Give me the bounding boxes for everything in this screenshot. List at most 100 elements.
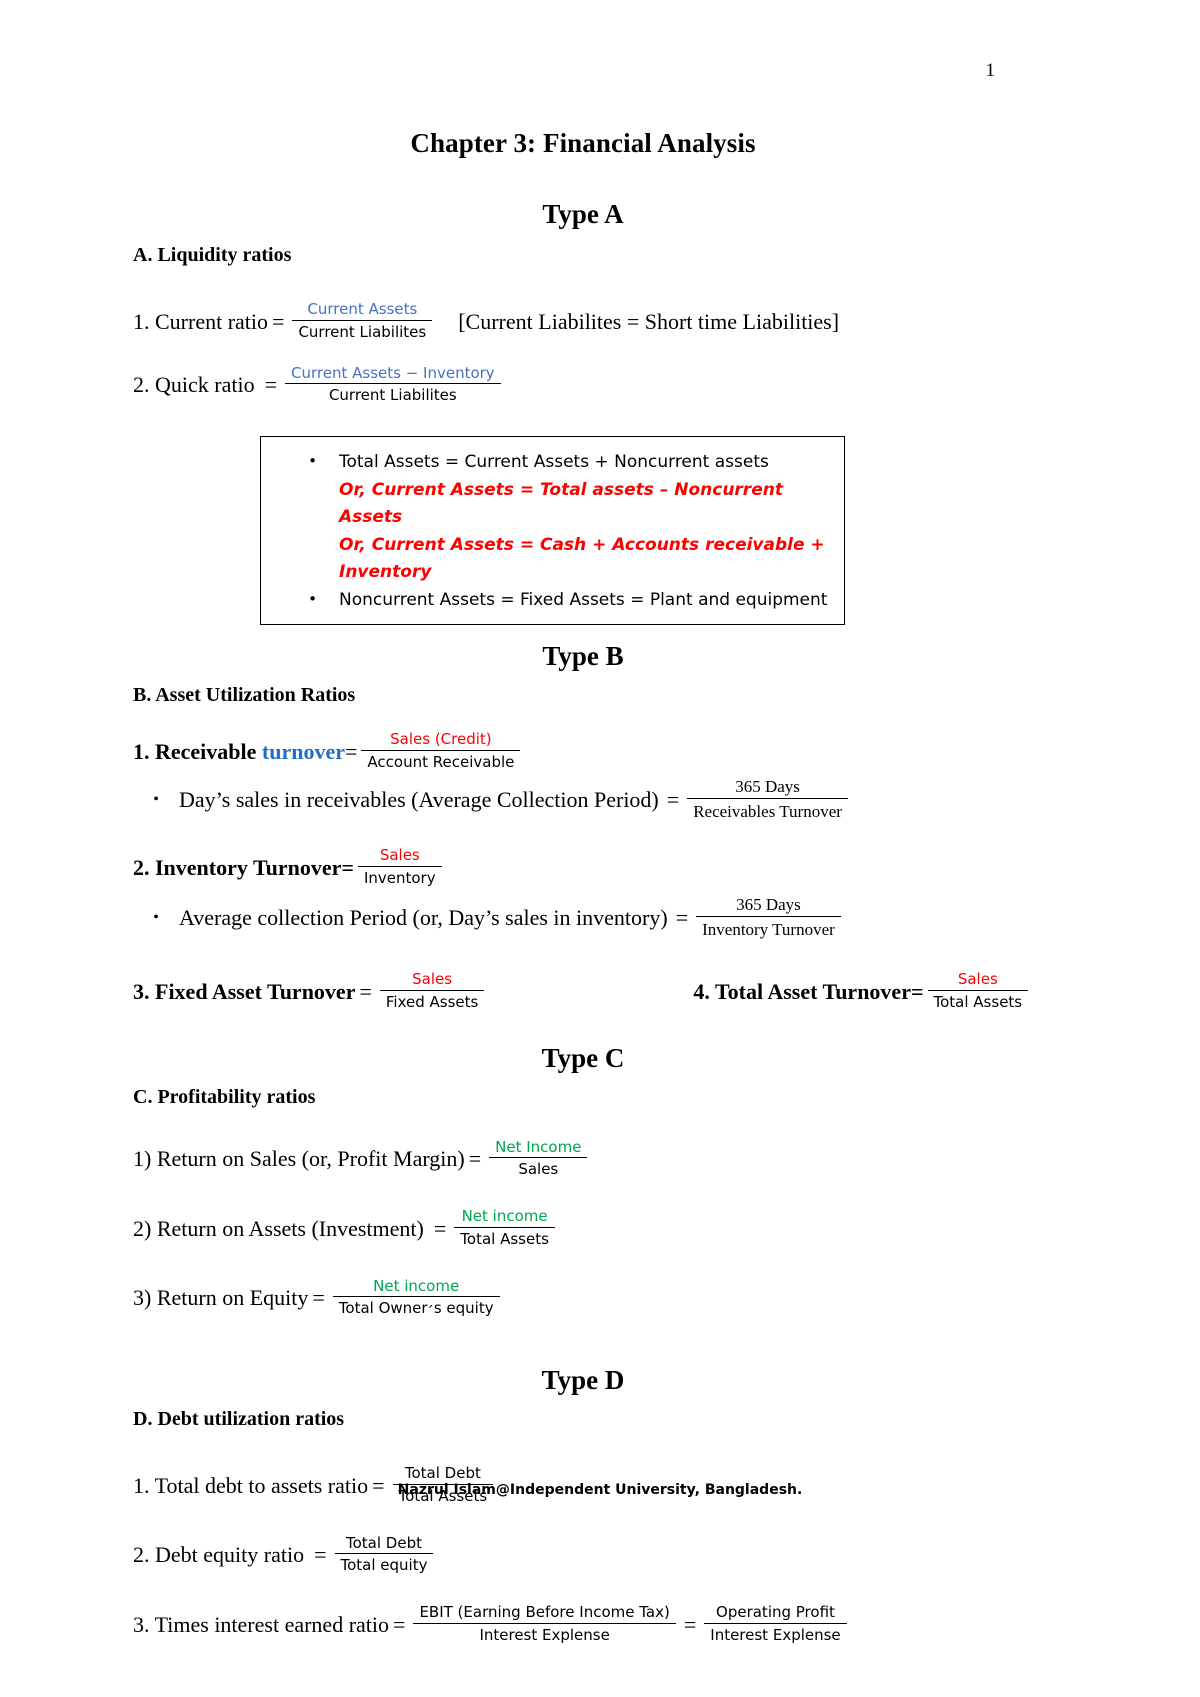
subsection-heading-liquidity: A. Liquidity ratios bbox=[133, 244, 292, 266]
formula-return-on-assets: 2) Return on Assets (Investment) = Net i… bbox=[133, 1207, 1033, 1250]
equals-sign: = bbox=[433, 1215, 447, 1241]
subsection-heading-debt-utilization: D. Debt utilization ratios bbox=[133, 1408, 345, 1431]
document-body: Chapter 3: Financial Analysis Type A A. … bbox=[133, 128, 1033, 1646]
fraction-numerator: Net income bbox=[373, 1276, 460, 1295]
fraction-numerator: 365 Days bbox=[735, 776, 800, 796]
subsection-heading-asset-utilization: B. Asset Utilization Ratios bbox=[133, 684, 356, 707]
equals-sign: = bbox=[264, 372, 278, 398]
fraction-numerator: Current Assets − Inventory bbox=[291, 363, 495, 382]
formula-label-highlight: turnover bbox=[261, 738, 345, 764]
fraction-denominator: Fixed Assets bbox=[379, 989, 485, 1012]
fraction-numerator: Net income bbox=[461, 1207, 548, 1226]
bullet-icon: • bbox=[308, 589, 317, 608]
section-heading-type-b: Type B bbox=[542, 641, 624, 672]
page-title: Chapter 3: Financial Analysis bbox=[410, 128, 756, 158]
formula-label: Average collection Period (or, Day’s sal… bbox=[179, 904, 668, 930]
formula-label: 3) Return on Equity bbox=[133, 1285, 309, 1311]
fraction-denominator: Sales bbox=[489, 1157, 588, 1179]
equals-sign: = bbox=[468, 1146, 482, 1172]
section-heading-type-a: Type A bbox=[542, 199, 624, 229]
fraction-denominator: Receivables Turnover bbox=[687, 797, 848, 822]
fraction-numerator: EBIT (Earning Before Income Tax) bbox=[419, 1603, 670, 1622]
formula-label: 1. Receivable bbox=[133, 738, 262, 764]
fraction: Sales Fixed Assets bbox=[379, 970, 485, 1012]
bullet-icon: • bbox=[153, 790, 159, 808]
box-alt-line-2: Or, Current Assets = Cash + Accounts rec… bbox=[339, 534, 825, 583]
equals-sign: = bbox=[312, 1285, 325, 1311]
formula-label: 2. Inventory Turnover= bbox=[133, 854, 354, 880]
formula-label: Day’s sales in receivables (Average Coll… bbox=[179, 786, 659, 812]
formula-quick-ratio: 2. Quick ratio = Current Assets − Invent… bbox=[133, 364, 1033, 407]
fraction-numerator: Net Income bbox=[495, 1137, 582, 1156]
fraction: Sales Total Assets bbox=[927, 970, 1029, 1012]
fraction-denominator: Total Assets bbox=[927, 989, 1029, 1012]
fraction-numerator: Current Assets bbox=[307, 300, 418, 318]
formula-days-sales-receivables: • Day’s sales in receivables (Average Co… bbox=[133, 777, 1033, 824]
fraction-denominator: Interest Explense bbox=[413, 1622, 676, 1645]
equals-sign: = bbox=[272, 308, 285, 334]
fraction-numerator: Total Debt bbox=[346, 1533, 422, 1552]
fraction: Net income Total Owner׳s equity bbox=[332, 1276, 500, 1319]
formula-inventory-turnover: 2. Inventory Turnover= Sales Inventory bbox=[133, 846, 1033, 889]
fraction-2: Operating Profit Interest Explense bbox=[704, 1603, 847, 1645]
fraction: Sales (Credit) Account Receivable bbox=[361, 730, 521, 772]
fraction-numerator: 365 Days bbox=[736, 894, 801, 914]
bullet-icon: • bbox=[308, 452, 317, 470]
fraction: EBIT (Earning Before Income Tax) Interes… bbox=[413, 1603, 676, 1645]
formula-return-on-sales: 1) Return on Sales (or, Profit Margin) =… bbox=[133, 1137, 1033, 1181]
formula-label: 1. Current ratio bbox=[133, 308, 269, 334]
section-heading-type-d: Type D bbox=[541, 1365, 625, 1396]
fraction: 365 Days Inventory Turnover bbox=[696, 894, 841, 941]
equals-sign: = bbox=[314, 1542, 327, 1568]
box-bullet-text: Noncurrent Assets = Fixed Assets = Plant… bbox=[339, 589, 828, 610]
formula-label: 3. Fixed Asset Turnover bbox=[133, 978, 356, 1004]
formula-label: 2. Debt equity ratio bbox=[133, 1542, 305, 1568]
fraction-denominator: Inventory Turnover bbox=[696, 915, 841, 940]
box-bullet-text: Total Assets = Current Assets + Noncurre… bbox=[339, 452, 769, 472]
fraction-denominator: Total equity bbox=[334, 1553, 434, 1575]
equals-sign: = bbox=[393, 1611, 406, 1637]
fraction: Sales Inventory bbox=[357, 846, 442, 888]
formula-label: 1) Return on Sales (or, Profit Margin) bbox=[133, 1146, 465, 1172]
fraction-numerator: Sales bbox=[957, 970, 998, 989]
document-page: 1 Chapter 3: Financial Analysis Type A A… bbox=[0, 0, 1200, 1697]
fraction-numerator: Sales bbox=[379, 846, 420, 865]
box-alt-line-1: Or, Current Assets = Total assets – Nonc… bbox=[339, 479, 783, 528]
fraction-numerator: Sales (Credit) bbox=[390, 730, 492, 749]
box-bullet-item: • Total Assets = Current Assets + Noncur… bbox=[261, 449, 844, 477]
bullet-icon: • bbox=[153, 908, 159, 926]
fraction: Total Debt Total equity bbox=[334, 1533, 434, 1576]
equals-sign: = bbox=[675, 904, 689, 930]
formula-note: [Current Liabilites = Short time Liabili… bbox=[458, 308, 840, 334]
fraction-numerator: Total Debt bbox=[404, 1464, 481, 1483]
section-heading-type-c: Type C bbox=[541, 1042, 625, 1073]
equals-sign: = bbox=[666, 786, 680, 812]
formula-receivable-turnover: 1. Receivable turnover = Sales (Credit) … bbox=[133, 730, 1033, 773]
page-number: 1 bbox=[985, 60, 996, 81]
fraction-denominator: Total Assets bbox=[454, 1226, 555, 1249]
fraction: Current Assets Current Liabilites bbox=[292, 300, 433, 342]
formula-total-asset-turnover: 4. Total Asset Turnover= Sales Total Ass… bbox=[693, 970, 1032, 1013]
formula-debt-equity-ratio: 2. Debt equity ratio = Total Debt Total … bbox=[133, 1533, 1033, 1577]
fraction-denominator: Account Receivable bbox=[361, 749, 521, 772]
subsection-heading-profitability: C. Profitability ratios bbox=[133, 1085, 316, 1108]
fraction: Net income Total Assets bbox=[454, 1207, 555, 1249]
fraction-denominator: Current Liabilites bbox=[292, 319, 433, 342]
formula-return-on-equity: 3) Return on Equity = Net income Total O… bbox=[133, 1276, 1033, 1320]
formula-label: 4. Total Asset Turnover= bbox=[693, 978, 924, 1004]
formula-days-sales-inventory: • Average collection Period (or, Day’s s… bbox=[133, 895, 1033, 942]
fraction-numerator: Operating Profit bbox=[716, 1603, 835, 1622]
formula-label: 2) Return on Assets (Investment) bbox=[133, 1215, 424, 1241]
fraction-denominator: Inventory bbox=[357, 865, 442, 888]
page-footer: Nazrul Islam@Independent University, Ban… bbox=[397, 1482, 803, 1498]
equals-sign: = bbox=[345, 738, 358, 764]
fraction-denominator: Total Owner׳s equity bbox=[332, 1296, 500, 1318]
fraction: 365 Days Receivables Turnover bbox=[687, 776, 848, 823]
fraction-denominator: Interest Explense bbox=[704, 1622, 847, 1645]
equals-sign-2: = bbox=[683, 1611, 697, 1637]
formula-times-interest-earned: 3. Times interest earned ratio = EBIT (E… bbox=[133, 1603, 1033, 1646]
formula-label: 2. Quick ratio bbox=[133, 372, 255, 398]
formula-label: 3. Times interest earned ratio bbox=[133, 1611, 390, 1637]
fraction: Current Assets − Inventory Current Liabi… bbox=[285, 364, 501, 406]
equals-sign: = bbox=[359, 978, 372, 1004]
